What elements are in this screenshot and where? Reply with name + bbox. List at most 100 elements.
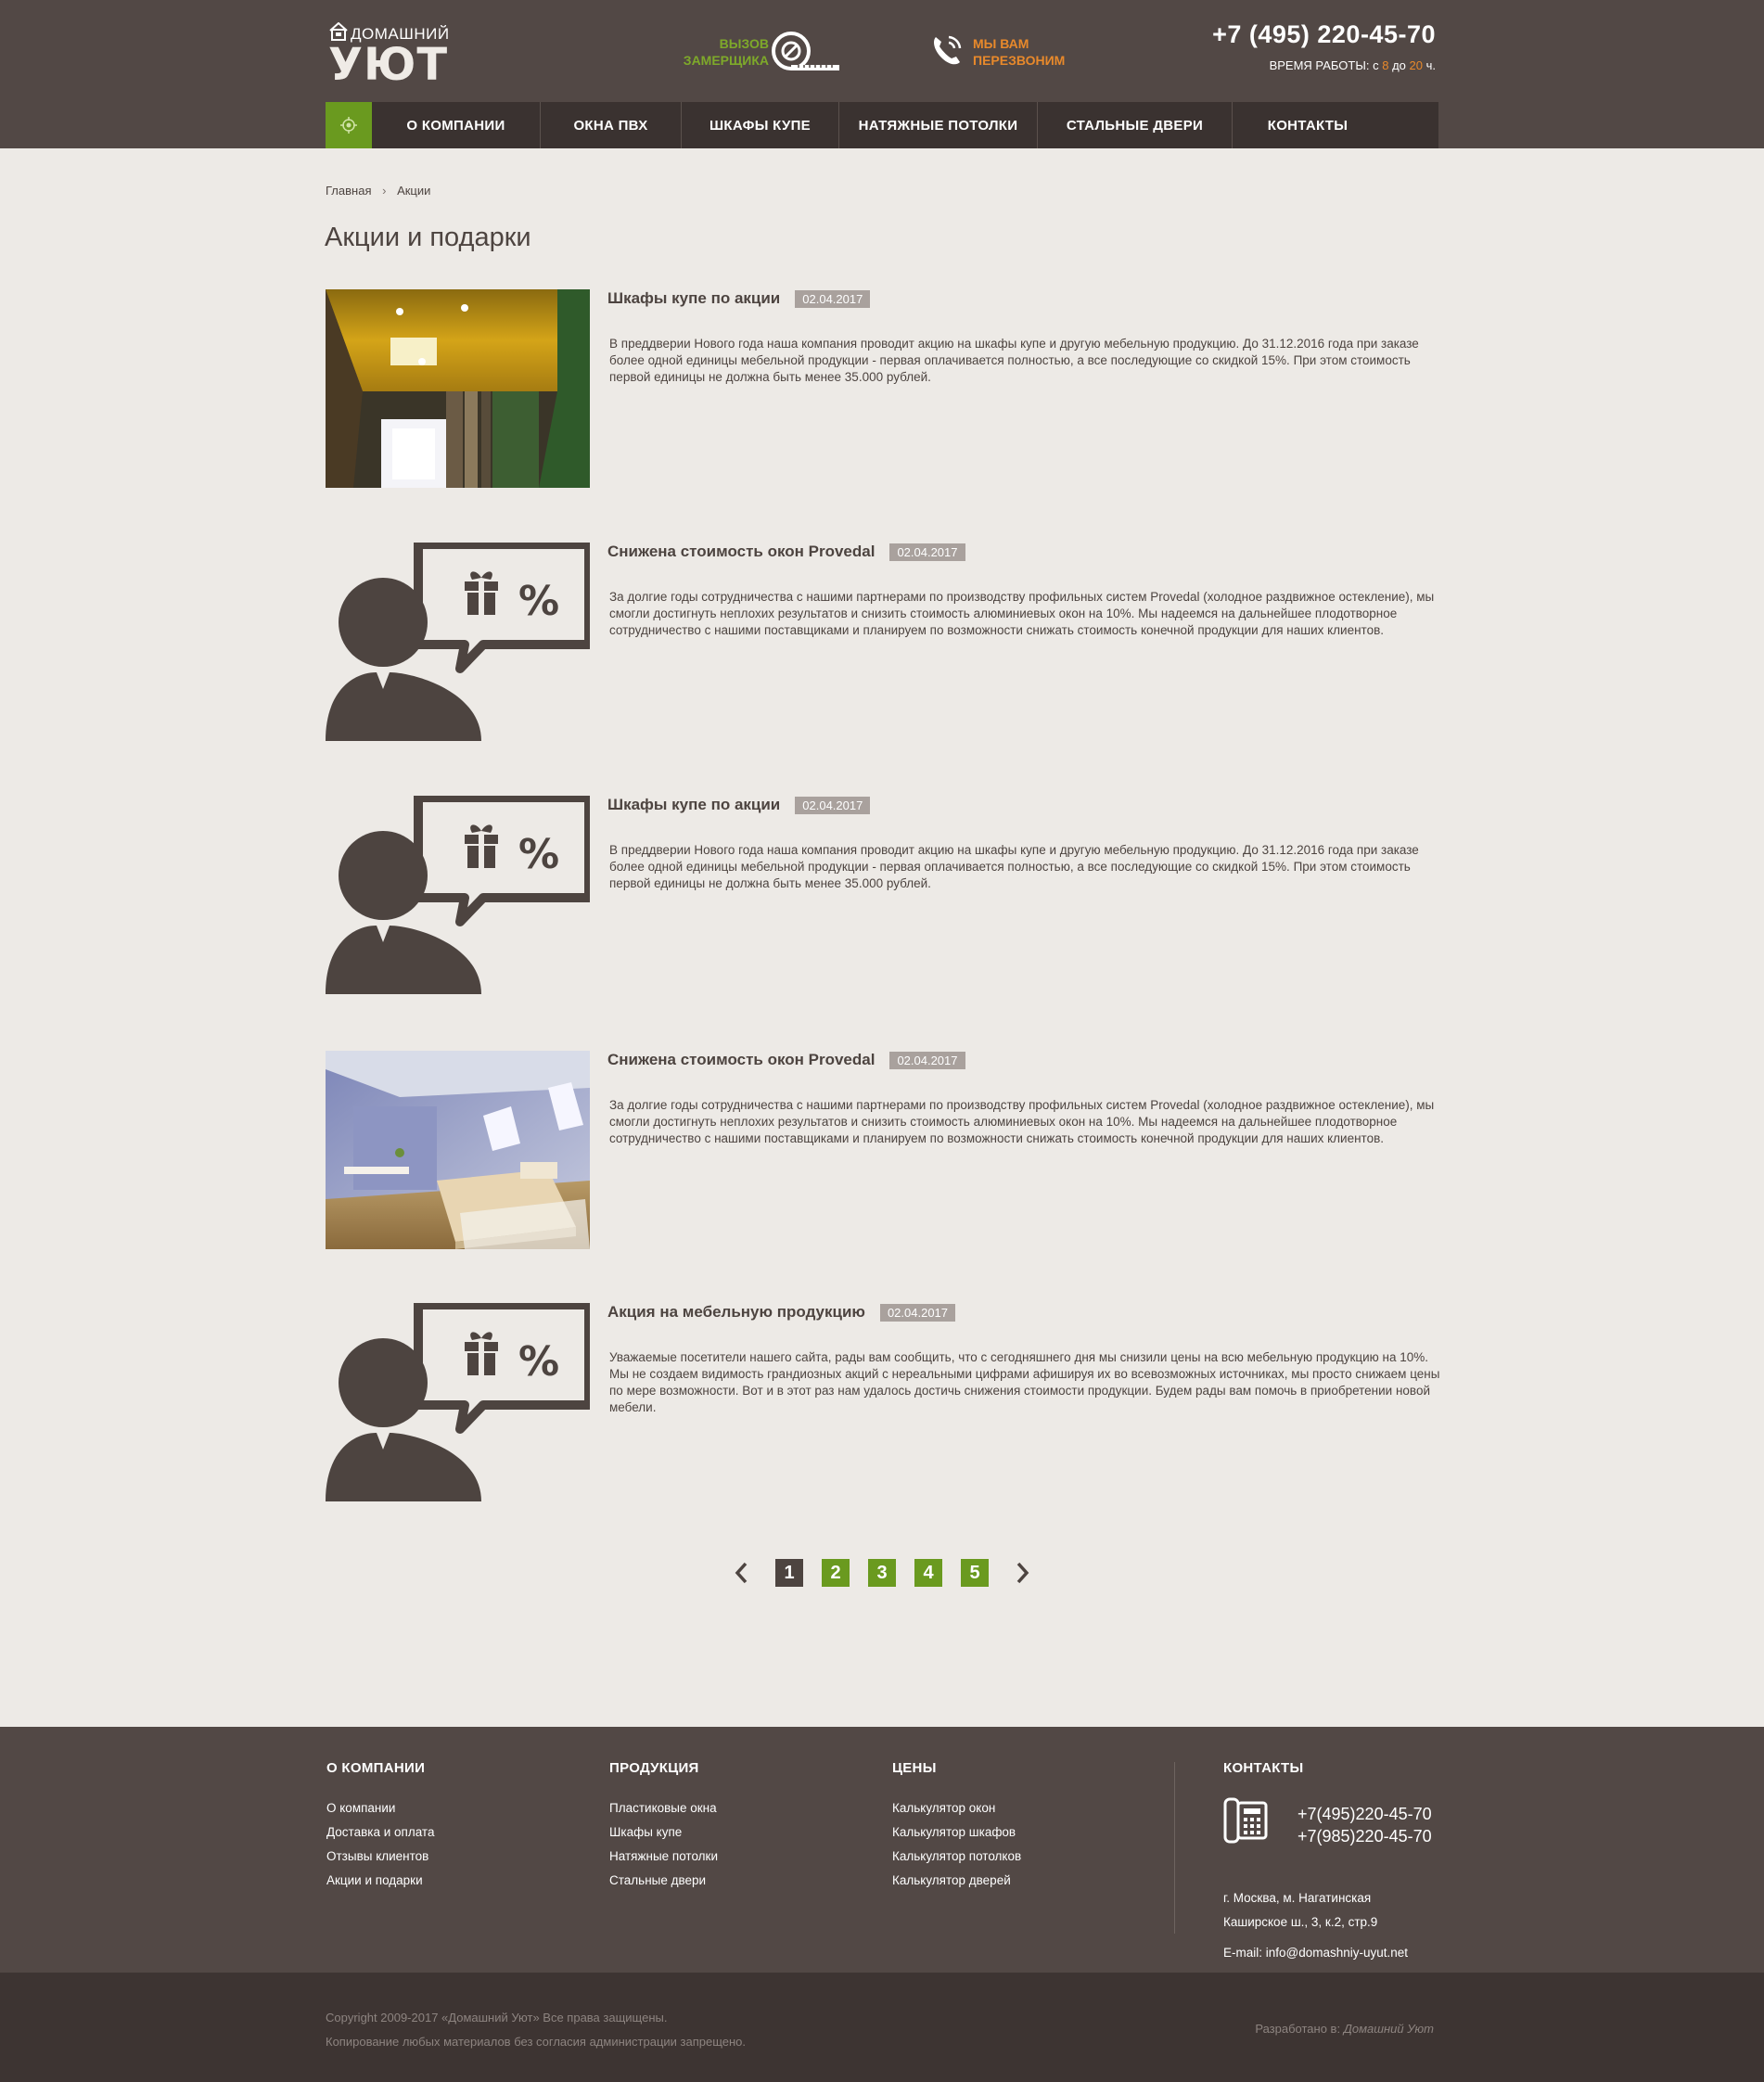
working-hours: ВРЕМЯ РАБОТЫ: с 8 до 20 ч. — [1212, 58, 1436, 72]
promo-image[interactable] — [326, 289, 590, 488]
promo-icon: % — [326, 543, 590, 741]
promo-item: Снижена стоимость окон Provedal 02.04.20… — [326, 1051, 1438, 1249]
promo-item: Шкафы купе по акции 02.04.2017 В преддве… — [326, 289, 1438, 488]
developer-credit: Разработано в: Домашний Уют — [1255, 2022, 1434, 2036]
promo-title[interactable]: Снижена стоимость окон Provedal 02.04.20… — [607, 1051, 965, 1069]
footer-link[interactable]: Натяжные потолки — [609, 1845, 718, 1869]
page-5-button[interactable]: 5 — [961, 1559, 989, 1587]
promo-title[interactable]: Шкафы купе по акции 02.04.2017 — [607, 289, 871, 308]
promo-description: В преддверии Нового года наша компания п… — [609, 843, 1419, 890]
callback-line2: ПЕРЕЗВОНИМ — [973, 53, 1066, 68]
promo-image[interactable]: % — [326, 1303, 590, 1501]
nav-item-doors[interactable]: СТАЛЬНЫЕ ДВЕРИ — [1038, 102, 1233, 148]
promo-title-text[interactable]: Шкафы купе по акции — [607, 796, 780, 814]
promo-item: % Шкафы купе по акции 02.04.2017 В предд… — [326, 796, 1438, 994]
chevron-left-icon — [735, 1562, 748, 1584]
prev-page-button[interactable] — [728, 1559, 756, 1587]
promo-date-badge: 02.04.2017 — [795, 289, 871, 308]
nav-item-contacts[interactable]: КОНТАКТЫ — [1233, 102, 1383, 148]
footer-link[interactable]: Отзывы клиентов — [326, 1845, 434, 1869]
footer-link[interactable]: Калькулятор потолков — [892, 1845, 1021, 1869]
footer-link[interactable]: Стальные двери — [609, 1869, 718, 1893]
footer-link[interactable]: Шкафы купе — [609, 1820, 718, 1845]
nav-item-wardrobes[interactable]: ШКАФЫ КУПЕ — [682, 102, 839, 148]
promo-date-badge: 02.04.2017 — [879, 1303, 956, 1322]
footer-bottom-bar: Copyright 2009-2017 «Домашний Уют» Все п… — [0, 1973, 1764, 2082]
promo-image[interactable]: % — [326, 796, 590, 994]
promo-title-text[interactable]: Снижена стоимость окон Provedal — [607, 543, 875, 561]
footer-link[interactable]: Акции и подарки — [326, 1869, 434, 1893]
page-2-button[interactable]: 2 — [822, 1559, 850, 1587]
header-contacts: +7 (495) 220-45-70 ВРЕМЯ РАБОТЫ: с 8 до … — [1212, 20, 1436, 72]
callback-line1: МЫ ВАМ — [973, 36, 1029, 51]
promo-date-badge: 02.04.2017 — [889, 1051, 965, 1069]
callback-button[interactable]: МЫ ВАМ ПЕРЕЗВОНИМ — [928, 28, 1114, 74]
promo-title[interactable]: Акция на мебельную продукцию 02.04.2017 — [607, 1303, 956, 1322]
footer-col-title: О КОМПАНИИ — [326, 1760, 426, 1776]
nav-item-company[interactable]: О КОМПАНИИ — [372, 102, 541, 148]
footer-link[interactable]: Пластиковые окна — [609, 1796, 718, 1820]
promo-title-text[interactable]: Акция на мебельную продукцию — [607, 1303, 865, 1322]
promo-icon: % — [326, 1303, 590, 1501]
measure-line1: ВЫЗОВ — [719, 36, 769, 51]
pagination: 1 2 3 4 5 — [0, 1559, 1764, 1587]
chevron-right-icon — [1016, 1562, 1029, 1584]
measure-line2: ЗАМЕРЩИКА — [683, 53, 769, 68]
footer-link[interactable]: Калькулятор шкафов — [892, 1820, 1021, 1845]
hours-to: 20 — [1409, 58, 1423, 72]
footer-col-products: ПРОДУКЦИЯ Пластиковые окна Шкафы купе На… — [609, 1760, 718, 1893]
footer-phone-2[interactable]: +7(985)220-45-70 — [1297, 1825, 1432, 1847]
promo-title-text[interactable]: Снижена стоимость окон Provedal — [607, 1051, 875, 1069]
promo-title[interactable]: Снижена стоимость окон Provedal 02.04.20… — [607, 543, 965, 561]
promo-image[interactable]: % — [326, 543, 590, 741]
footer-link[interactable]: О компании — [326, 1796, 434, 1820]
promo-item: % Снижена стоимость окон Provedal 02.04.… — [326, 543, 1438, 741]
svg-text:%: % — [518, 831, 559, 878]
page-3-button[interactable]: 3 — [868, 1559, 896, 1587]
breadcrumb: Главная › Акции — [326, 184, 430, 198]
copy-notice: Копирование любых материалов без согласи… — [326, 2035, 747, 2049]
hours-mid: до — [1392, 58, 1406, 72]
next-page-button[interactable] — [1008, 1559, 1036, 1587]
promo-date-badge: 02.04.2017 — [795, 796, 871, 814]
promo-description: За долгие годы сотрудничества с нашими п… — [609, 590, 1435, 637]
promo-title-text[interactable]: Шкафы купе по акции — [607, 289, 780, 308]
promo-title[interactable]: Шкафы купе по акции 02.04.2017 — [607, 796, 871, 814]
footer-link[interactable]: Калькулятор окон — [892, 1796, 1021, 1820]
phone-call-icon — [934, 35, 962, 65]
copyright: Copyright 2009-2017 «Домашний Уют» Все п… — [326, 2006, 746, 2054]
footer-email[interactable]: E-mail: info@domashniy-uyut.net — [1223, 1946, 1408, 1960]
promo-description: Уважаемые посетители нашего сайта, рады … — [609, 1350, 1440, 1414]
promo-image[interactable] — [326, 1051, 590, 1249]
hours-from: 8 — [1382, 58, 1389, 72]
target-icon — [340, 117, 357, 134]
footer-address-line1: г. Москва, м. Нагатинская — [1223, 1891, 1372, 1905]
page-1-button[interactable]: 1 — [775, 1559, 803, 1587]
chevron-right-icon: › — [382, 184, 387, 198]
footer-contacts: КОНТАКТЫ +7(495)220-45-70 +7(985)220-45-… — [1223, 1760, 1464, 1964]
developer-prefix: Разработано в: — [1255, 2022, 1341, 2036]
footer-col-title: КОНТАКТЫ — [1223, 1760, 1304, 1776]
main-nav: О КОМПАНИИ ОКНА ПВХ ШКАФЫ КУПЕ НАТЯЖНЫЕ … — [326, 102, 1438, 148]
footer-divider — [1174, 1762, 1175, 1934]
nav-item-ceilings[interactable]: НАТЯЖНЫЕ ПОТОЛКИ — [839, 102, 1038, 148]
nav-item-windows[interactable]: ОКНА ПВХ — [541, 102, 682, 148]
promo-date-badge: 02.04.2017 — [889, 543, 965, 561]
footer-phone-1[interactable]: +7(495)220-45-70 — [1297, 1803, 1432, 1825]
breadcrumb-home[interactable]: Главная — [326, 184, 371, 198]
nav-home-button[interactable] — [326, 102, 372, 148]
developer-link[interactable]: Домашний Уют — [1344, 2022, 1434, 2036]
bedroom-photo — [326, 1051, 590, 1249]
footer-col-company: О КОМПАНИИ О компании Доставка и оплата … — [326, 1760, 434, 1893]
page-4-button[interactable]: 4 — [914, 1559, 942, 1587]
header-phone[interactable]: +7 (495) 220-45-70 — [1212, 20, 1436, 49]
site-footer: О КОМПАНИИ О компании Доставка и оплата … — [0, 1727, 1764, 1973]
call-measurer-button[interactable]: ВЫЗОВ ЗАМЕРЩИКА — [678, 28, 845, 74]
copyright-text: Copyright 2009-2017 «Домашний Уют» Все п… — [326, 2011, 668, 2025]
promo-description: В преддверии Нового года наша компания п… — [609, 337, 1419, 384]
promo-icon: % — [326, 796, 590, 994]
footer-link[interactable]: Доставка и оплата — [326, 1820, 434, 1845]
footer-col-title: ПРОДУКЦИЯ — [609, 1760, 699, 1776]
footer-link[interactable]: Калькулятор дверей — [892, 1869, 1021, 1893]
logo-main-text: УЮТ — [328, 39, 449, 91]
